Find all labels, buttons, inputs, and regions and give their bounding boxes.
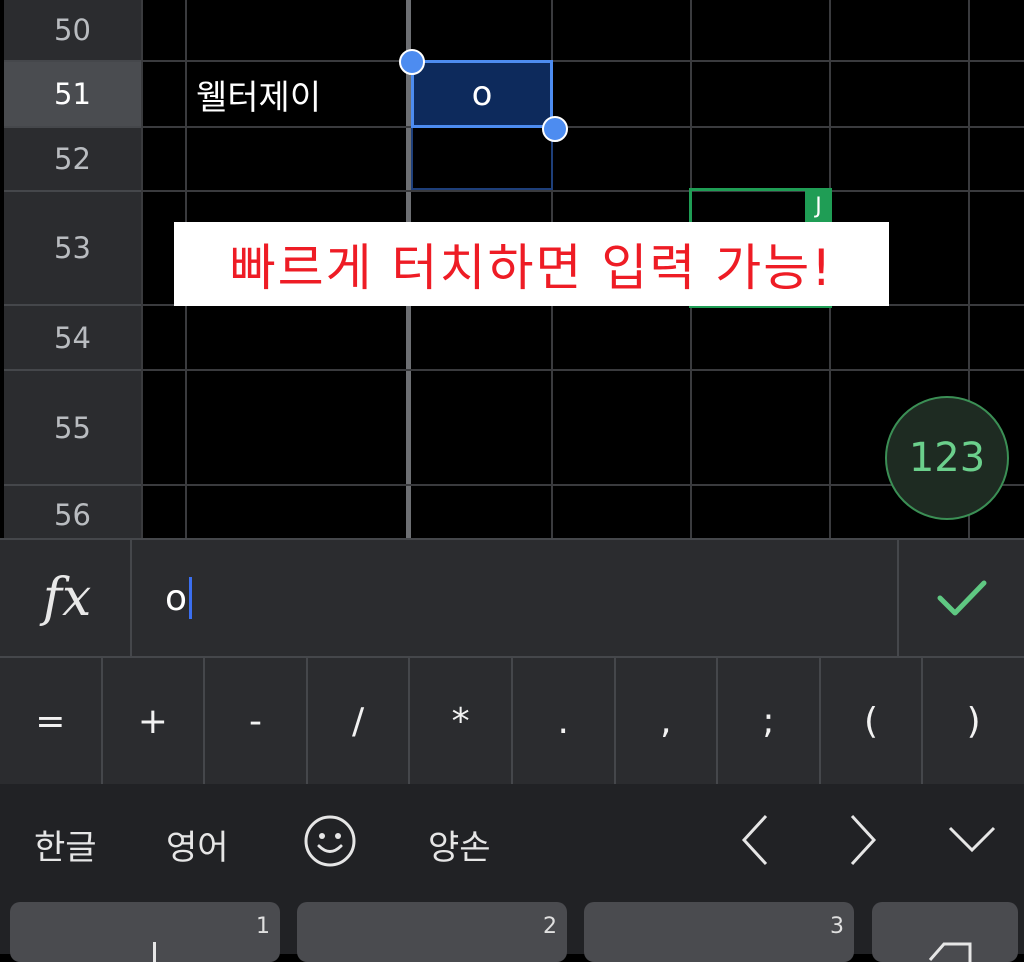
- name-cell[interactable]: 웰터제이: [196, 70, 321, 119]
- row-header[interactable]: 52: [4, 128, 141, 192]
- korean-keyboard-button[interactable]: 한글: [34, 820, 97, 869]
- two-hand-mode-button[interactable]: 양손: [428, 820, 491, 869]
- selected-cell[interactable]: o: [411, 60, 553, 128]
- formula-bar: fx o: [0, 538, 1024, 656]
- row-divider: [141, 190, 1024, 192]
- row-header[interactable]: 53: [4, 192, 141, 306]
- row-divider: [141, 60, 1024, 62]
- row-header[interactable]: 50: [4, 0, 141, 62]
- operator-key[interactable]: *: [410, 658, 513, 784]
- operator-key[interactable]: ): [923, 658, 1024, 784]
- keyboard-key[interactable]: 1: [10, 902, 280, 962]
- key-glyph: [153, 942, 156, 962]
- selection-range: [411, 128, 553, 190]
- chevron-right-icon[interactable]: [846, 812, 880, 868]
- fx-icon[interactable]: fx: [4, 540, 132, 656]
- operator-key[interactable]: ,: [616, 658, 719, 784]
- annotation-banner: 빠르게 터치하면 입력 가능!: [174, 222, 889, 306]
- operator-key[interactable]: .: [513, 658, 616, 784]
- selection-handle-start[interactable]: [399, 49, 425, 75]
- backspace-icon: [928, 942, 972, 962]
- operator-key[interactable]: (: [821, 658, 924, 784]
- checkmark-icon: [937, 580, 986, 616]
- column-divider: [141, 0, 143, 538]
- operator-row: = + - / * . , ; ( ): [0, 656, 1024, 784]
- formula-input-value: o: [165, 577, 188, 619]
- row-divider: [141, 126, 1024, 128]
- smiley-icon[interactable]: [303, 814, 357, 868]
- text-caret: [189, 577, 193, 619]
- key-number: 1: [256, 914, 270, 939]
- english-keyboard-button[interactable]: 영어: [166, 820, 229, 869]
- operator-key[interactable]: /: [308, 658, 411, 784]
- operator-key[interactable]: -: [205, 658, 308, 784]
- spreadsheet-grid[interactable]: 50 51 52 53 54 55 56 웰터제이 o J 빠르게 터치하면 입…: [0, 0, 1024, 538]
- formula-input[interactable]: o: [133, 540, 896, 656]
- keyboard-key[interactable]: 2: [297, 902, 567, 962]
- chevron-left-icon[interactable]: [738, 812, 772, 868]
- confirm-button[interactable]: [897, 540, 1024, 656]
- operator-key[interactable]: =: [0, 658, 103, 784]
- keyboard-key[interactable]: 3: [584, 902, 854, 962]
- selection-handle-end[interactable]: [542, 116, 568, 142]
- chevron-down-icon[interactable]: [946, 822, 998, 856]
- backspace-key[interactable]: [872, 902, 1018, 962]
- row-header[interactable]: 55: [4, 371, 141, 486]
- operator-key[interactable]: ;: [718, 658, 821, 784]
- numeric-keyboard-button[interactable]: 123: [885, 396, 1009, 520]
- collaborator-tag: J: [805, 188, 832, 224]
- row-header[interactable]: 56: [4, 486, 141, 538]
- key-number: 2: [543, 914, 557, 939]
- row-header[interactable]: 54: [4, 306, 141, 371]
- operator-key[interactable]: +: [103, 658, 206, 784]
- keyboard: 한글 영어 양손 1 2 3: [0, 784, 1024, 962]
- row-divider: [141, 369, 1024, 371]
- key-number: 3: [830, 914, 844, 939]
- row-header-active[interactable]: 51: [4, 62, 141, 128]
